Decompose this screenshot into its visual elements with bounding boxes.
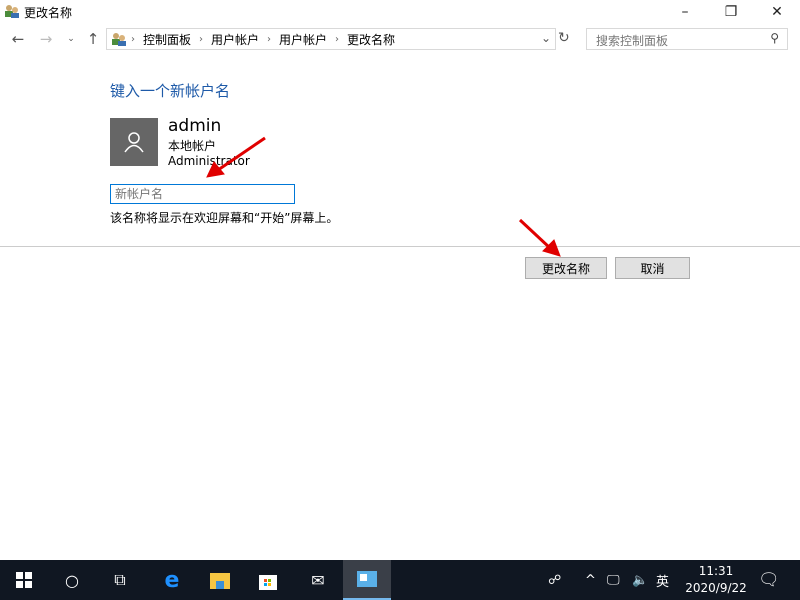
- taskbar: ○ ⧉ e ✉ ☍ ^ 🖵 🔈 英 11:312020/9/22 🗨: [0, 560, 800, 600]
- back-button[interactable]: ←: [8, 30, 28, 48]
- action-center-icon[interactable]: 🗨: [758, 560, 780, 600]
- avatar: [110, 118, 158, 166]
- show-hidden-icons[interactable]: ^: [585, 560, 596, 600]
- page-heading: 键入一个新帐户名: [110, 80, 230, 101]
- user-icon: [123, 131, 145, 153]
- cortana-button[interactable]: ○: [48, 560, 96, 600]
- user-accounts-icon: [4, 4, 20, 18]
- search-icon[interactable]: ⚲: [770, 31, 779, 45]
- recent-dropdown[interactable]: ⌄: [61, 30, 81, 48]
- annotation-arrow: [520, 220, 560, 256]
- search-input[interactable]: 搜索控制面板 ⚲: [586, 28, 788, 50]
- store-bag-icon: [259, 570, 277, 590]
- minimize-button[interactable]: –: [662, 0, 708, 24]
- search-placeholder: 搜索控制面板: [596, 34, 668, 48]
- divider: [0, 246, 800, 247]
- network-icon[interactable]: 🖵: [607, 560, 620, 600]
- clock-date: 2020/9/22: [685, 580, 747, 597]
- folder-icon: [210, 571, 230, 589]
- maximize-button[interactable]: ❐: [708, 0, 754, 24]
- up-button[interactable]: ↑: [83, 30, 103, 48]
- window-title: 更改名称: [24, 4, 72, 21]
- people-icon[interactable]: ☍: [548, 560, 561, 600]
- start-button[interactable]: [0, 560, 48, 600]
- breadcrumb-control-panel[interactable]: 控制面板: [143, 31, 191, 48]
- cancel-button[interactable]: 取消: [615, 257, 690, 279]
- close-button[interactable]: ✕: [754, 0, 800, 24]
- ime-indicator[interactable]: 英: [656, 560, 669, 600]
- address-bar[interactable]: › 控制面板› 用户帐户› 用户帐户› 更改名称 ⌄: [106, 28, 556, 50]
- mail-icon[interactable]: ✉: [294, 560, 342, 600]
- control-panel-taskbar-button[interactable]: [343, 560, 391, 600]
- account-role: Administrator: [168, 154, 250, 168]
- change-name-button[interactable]: 更改名称: [525, 257, 607, 279]
- clock[interactable]: 11:312020/9/22: [680, 560, 752, 600]
- account-type: 本地帐户: [168, 137, 216, 154]
- volume-icon[interactable]: 🔈: [632, 560, 648, 600]
- file-explorer-icon[interactable]: [196, 560, 244, 600]
- address-dropdown-icon[interactable]: ⌄: [541, 31, 551, 45]
- store-icon[interactable]: [244, 560, 292, 600]
- breadcrumb-user-accounts[interactable]: 用户帐户: [211, 31, 259, 48]
- breadcrumb-user-accounts-2[interactable]: 用户帐户: [279, 31, 327, 48]
- control-panel-icon: [111, 32, 127, 46]
- new-account-name-input[interactable]: [110, 184, 295, 204]
- hint-text: 该名称将显示在欢迎屏幕和“开始”屏幕上。: [110, 209, 338, 226]
- task-view-button[interactable]: ⧉: [96, 560, 144, 600]
- edge-icon[interactable]: e: [148, 560, 196, 600]
- control-panel-app-icon: [357, 571, 377, 587]
- breadcrumb-change-name[interactable]: 更改名称: [347, 31, 395, 48]
- windows-icon: [16, 572, 32, 588]
- refresh-icon[interactable]: ↻: [558, 30, 570, 46]
- forward-button[interactable]: →: [36, 30, 56, 48]
- clock-time: 11:31: [699, 563, 734, 580]
- user-name: admin: [168, 116, 221, 136]
